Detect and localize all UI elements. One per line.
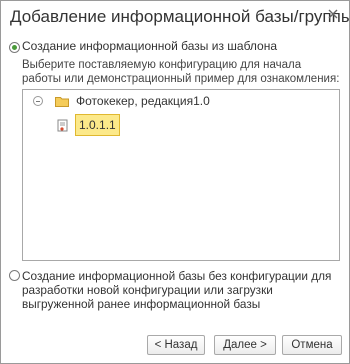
add-infobase-dialog: Добавление информационной базы/группы Со…: [0, 0, 350, 364]
configuration-tree[interactable]: Фотокекер, редакция1.0 1.0.1.1: [22, 89, 340, 261]
cancel-button[interactable]: Отмена: [282, 335, 342, 355]
folder-icon: [55, 97, 69, 107]
back-button[interactable]: < Назад: [147, 335, 205, 355]
option-empty-label[interactable]: Создание информационной базы без конфигу…: [22, 269, 342, 311]
template-description: Выберите поставляемую конфигурацию для н…: [22, 59, 340, 85]
close-icon[interactable]: [326, 7, 340, 21]
radio-selected-dot: [12, 45, 17, 50]
collapse-icon[interactable]: [33, 96, 43, 106]
tree-folder-label[interactable]: Фотокекер, редакция1.0: [76, 94, 210, 108]
next-button[interactable]: Далее >: [214, 335, 276, 355]
configuration-icon: [57, 119, 68, 132]
radio-empty[interactable]: [9, 270, 20, 281]
dialog-title: Добавление информационной базы/группы: [10, 7, 350, 26]
tree-item-selected[interactable]: 1.0.1.1: [75, 114, 120, 136]
option-template-label[interactable]: Создание информационной базы из шаблона: [22, 39, 277, 53]
radio-template[interactable]: [9, 42, 20, 53]
